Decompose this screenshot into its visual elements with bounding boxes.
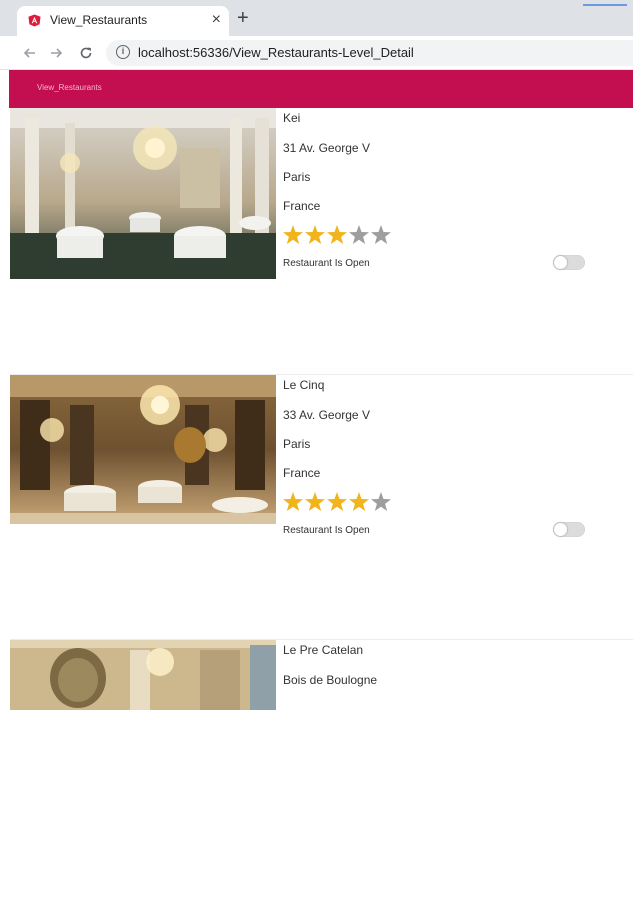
star-filled-icon[interactable] — [349, 492, 369, 511]
restaurant-city: Paris — [283, 170, 311, 184]
restaurant-address: 31 Av. George V — [283, 141, 370, 155]
browser-toolbar: i localhost:56336/View_Restaurants-Level… — [0, 36, 633, 70]
browser-tabstrip: View_Restaurants × + — [0, 0, 633, 36]
restaurant-address: 33 Av. George V — [283, 408, 370, 422]
toggle-knob — [554, 256, 567, 269]
reload-icon[interactable] — [78, 45, 94, 61]
star-empty-icon[interactable] — [349, 225, 369, 244]
restaurant-card: Le Cinq 33 Av. George V Paris France Res… — [10, 374, 633, 640]
restaurant-photo — [10, 375, 276, 524]
open-status-label: Restaurant Is Open — [283, 258, 370, 269]
new-tab-icon[interactable]: + — [237, 8, 249, 28]
star-filled-icon[interactable] — [327, 492, 347, 511]
open-toggle[interactable] — [553, 522, 585, 537]
restaurant-name: Kei — [283, 111, 301, 125]
url-text: localhost:56336/View_Restaurants-Level_D… — [138, 45, 414, 60]
open-status-label: Restaurant Is Open — [283, 525, 370, 536]
restaurant-name: Le Pre Catelan — [283, 643, 364, 657]
restaurant-name: Le Cinq — [283, 378, 325, 392]
restaurant-photo — [10, 640, 276, 710]
star-filled-icon[interactable] — [283, 492, 303, 511]
tab-title: View_Restaurants — [50, 13, 148, 27]
tabstrip-accent — [583, 4, 627, 6]
star-filled-icon[interactable] — [305, 492, 325, 511]
star-filled-icon[interactable] — [283, 225, 303, 244]
restaurant-address: Bois de Boulogne — [283, 673, 378, 687]
toggle-knob — [554, 523, 567, 536]
forward-arrow-icon[interactable] — [48, 45, 64, 61]
browser-tab[interactable]: View_Restaurants × — [17, 6, 229, 36]
app-title[interactable]: View_Restaurants — [37, 83, 102, 92]
address-bar[interactable]: i localhost:56336/View_Restaurants-Level… — [106, 40, 633, 66]
close-tab-icon[interactable]: × — [212, 10, 221, 30]
app-header: View_Restaurants — [9, 70, 633, 108]
info-icon[interactable]: i — [116, 45, 130, 59]
restaurant-country: France — [283, 199, 321, 213]
angular-icon — [28, 14, 41, 27]
star-filled-icon[interactable] — [327, 225, 347, 244]
star-rating[interactable] — [283, 224, 393, 246]
star-rating[interactable] — [283, 491, 393, 513]
open-toggle[interactable] — [553, 255, 585, 270]
star-empty-icon[interactable] — [371, 225, 391, 244]
restaurant-card: Kei 31 Av. George V Paris France Restaur… — [10, 108, 633, 373]
restaurant-photo — [10, 108, 276, 279]
star-filled-icon[interactable] — [305, 225, 325, 244]
restaurant-card: Le Pre Catelan Bois de Boulogne — [10, 639, 633, 905]
star-empty-icon[interactable] — [371, 492, 391, 511]
restaurant-country: France — [283, 466, 321, 480]
back-arrow-icon[interactable] — [22, 45, 38, 61]
restaurant-city: Paris — [283, 437, 311, 451]
